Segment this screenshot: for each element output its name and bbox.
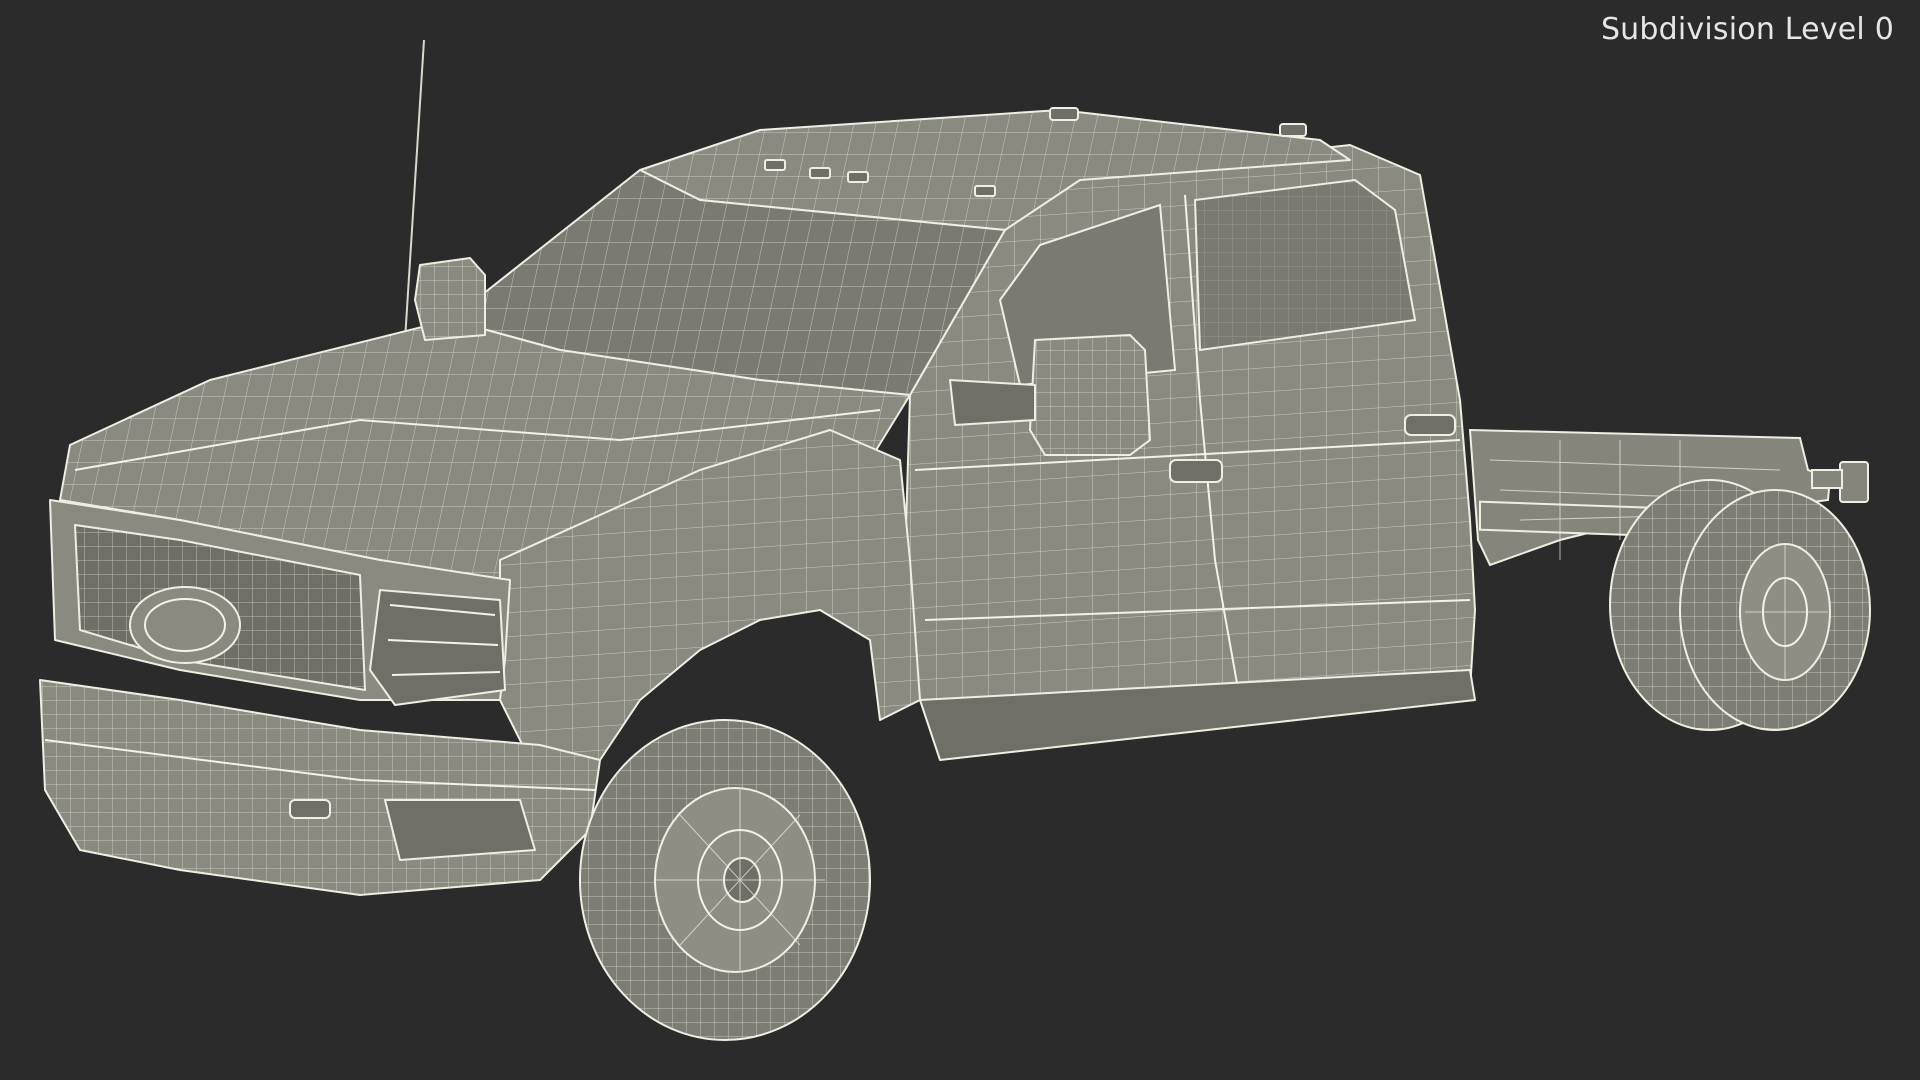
truck-wireframe-model	[39, 39, 1871, 1041]
front-wheel	[579, 719, 871, 1041]
rear-wheel	[1609, 479, 1871, 731]
render-viewport: Subdivision Level 0	[0, 0, 1920, 1080]
subdivision-level-label: Subdivision Level 0	[1600, 12, 1894, 47]
